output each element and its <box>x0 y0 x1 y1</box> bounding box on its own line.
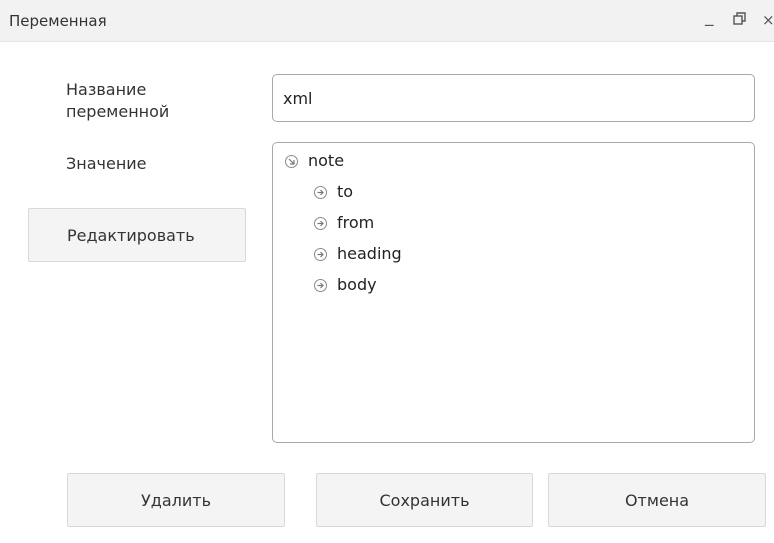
tree-node-body[interactable]: body <box>314 275 377 295</box>
collapsed-arrow-icon[interactable] <box>314 278 327 292</box>
tree-node-label: to <box>337 182 354 201</box>
tree-node-to[interactable]: to <box>314 182 353 202</box>
minimize-button[interactable]: _ <box>705 7 714 27</box>
tree-node-heading[interactable]: heading <box>314 244 402 264</box>
tree-node-label: heading <box>337 244 402 263</box>
value-label: Значение <box>66 154 147 173</box>
tree-node-note[interactable]: note <box>285 151 344 171</box>
variable-name-input[interactable] <box>272 74 755 122</box>
window-title: Переменная <box>9 12 107 30</box>
tree-node-from[interactable]: from <box>314 213 374 233</box>
tree-node-label: note <box>308 151 345 170</box>
xml-tree-view[interactable]: note to from heading body <box>272 142 755 443</box>
maximize-button[interactable] <box>733 11 746 29</box>
tree-node-label: body <box>337 275 377 294</box>
restore-icon <box>733 12 746 25</box>
title-bar: Переменная _ × <box>0 0 774 42</box>
save-button[interactable]: Сохранить <box>316 473 533 527</box>
variable-name-label: Название переменной <box>66 80 170 121</box>
close-button[interactable]: × <box>762 11 774 29</box>
cancel-button[interactable]: Отмена <box>548 473 766 527</box>
collapsed-arrow-icon[interactable] <box>314 185 327 199</box>
delete-button[interactable]: Удалить <box>67 473 285 527</box>
collapsed-arrow-icon[interactable] <box>314 216 327 230</box>
expanded-arrow-icon[interactable] <box>285 154 298 168</box>
collapsed-arrow-icon[interactable] <box>314 247 327 261</box>
tree-node-label: from <box>337 213 375 232</box>
edit-button[interactable]: Редактировать <box>28 208 246 262</box>
